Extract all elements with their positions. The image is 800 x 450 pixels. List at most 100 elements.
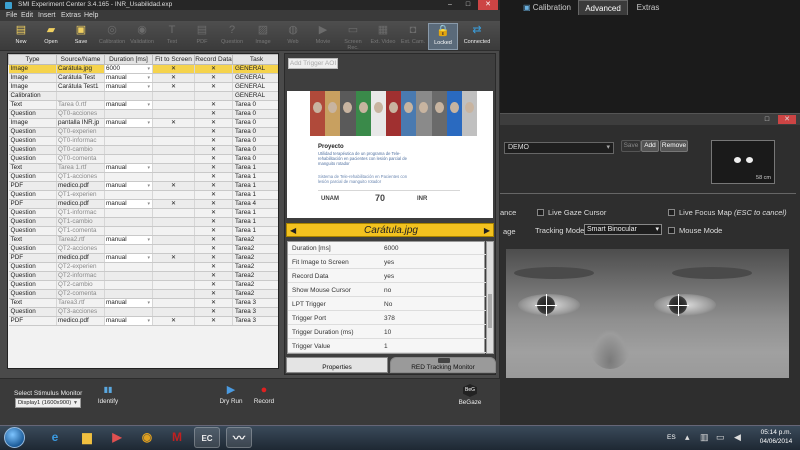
- cell-record[interactable]: ✕: [194, 145, 233, 155]
- cell-fit[interactable]: [152, 307, 195, 317]
- cell-task[interactable]: Tarea 1: [232, 181, 278, 191]
- cell-task[interactable]: Tarea 0: [232, 145, 278, 155]
- cell-fit[interactable]: ✕: [152, 82, 195, 92]
- property-row[interactable]: Trigger Port 378: [288, 312, 486, 325]
- cell-fit[interactable]: ✕: [152, 199, 195, 209]
- cell-record[interactable]: ✕: [194, 181, 233, 191]
- chevron-down-icon[interactable]: ▾: [147, 119, 150, 127]
- property-row[interactable]: Trigger Duration (ms) 10: [288, 326, 486, 339]
- cell-fit[interactable]: ✕: [152, 64, 195, 74]
- property-row[interactable]: Fit Image to Screen yes: [288, 256, 486, 269]
- table-row[interactable]: Question QT1-cambio ✕ Tarea 1: [8, 217, 278, 227]
- cell-source[interactable]: QT2-experien: [56, 262, 105, 272]
- cell-source[interactable]: Tarea3.rtf: [56, 298, 105, 308]
- power-icon[interactable]: ▭: [716, 432, 725, 443]
- cell-task[interactable]: Tarea 3: [232, 307, 278, 317]
- cell-record[interactable]: ✕: [194, 316, 233, 326]
- cell-task[interactable]: Tarea 0: [232, 109, 278, 119]
- table-row[interactable]: PDF medico.pdf manual ▾ ✕ ✕ Tarea 4: [8, 199, 278, 209]
- cell-record[interactable]: ✕: [194, 307, 233, 317]
- cell-source[interactable]: medico.pdf: [56, 316, 105, 326]
- cell-fit[interactable]: [152, 163, 195, 173]
- property-value[interactable]: 1: [384, 340, 388, 353]
- cell-type[interactable]: PDF: [8, 253, 57, 263]
- cell-duration[interactable]: 6000 ▾: [104, 64, 153, 74]
- live-focus-map-checkbox[interactable]: [668, 209, 675, 216]
- cell-duration[interactable]: [104, 127, 153, 137]
- toolbar-ext-cam-button[interactable]: ◘ Ext. Cam.: [398, 23, 428, 50]
- cell-source[interactable]: QT3-acciones: [56, 307, 105, 317]
- cell-fit[interactable]: [152, 217, 195, 227]
- cell-record[interactable]: ✕: [194, 289, 233, 299]
- cell-source[interactable]: QT1-cambio: [56, 217, 105, 227]
- maximize-icon[interactable]: □: [460, 0, 476, 10]
- cell-duration[interactable]: [104, 136, 153, 146]
- cell-type[interactable]: Image: [8, 82, 57, 92]
- cell-source[interactable]: Tarea 0.rtf: [56, 100, 105, 110]
- cell-fit[interactable]: [152, 280, 195, 290]
- table-row[interactable]: Text Tarea 1.rtf manual ▾ ✕ Tarea 1: [8, 163, 278, 173]
- toolbar-screen-rec-button[interactable]: ▭ Screen Rec.: [338, 23, 368, 51]
- property-row[interactable]: Show Mouse Cursor no: [288, 284, 486, 297]
- cell-source[interactable]: [56, 91, 105, 101]
- cell-source[interactable]: QT0-comenta: [56, 154, 105, 164]
- cell-source[interactable]: QT2-acciones: [56, 244, 105, 254]
- profile-select[interactable]: DEMO ▾: [504, 142, 614, 154]
- cell-fit[interactable]: [152, 136, 195, 146]
- chevron-down-icon[interactable]: ▾: [147, 83, 150, 91]
- cell-duration[interactable]: [104, 208, 153, 218]
- chevron-down-icon[interactable]: ▾: [147, 236, 150, 244]
- table-row[interactable]: Question QT0-informac ✕ Tarea 0: [8, 136, 278, 146]
- chrome-icon[interactable]: ◉: [134, 427, 160, 448]
- toolbar-movie-button[interactable]: ▶ Movie: [308, 23, 338, 50]
- tracking-mode-select[interactable]: Smart Binocular ▾: [584, 224, 662, 235]
- cell-task[interactable]: Tarea 0: [232, 100, 278, 110]
- begaze-button[interactable]: BeG BeGaze: [456, 384, 484, 406]
- cell-type[interactable]: Question: [8, 190, 57, 200]
- cell-duration[interactable]: manual ▾: [104, 181, 153, 191]
- table-row[interactable]: PDF medico.pdf manual ▾ ✕ ✕ Tarea 3: [8, 316, 278, 326]
- table-row[interactable]: Question QT1-acciones ✕ Tarea 1: [8, 172, 278, 182]
- cell-record[interactable]: ✕: [194, 118, 233, 128]
- chevron-down-icon[interactable]: ▾: [147, 65, 150, 73]
- cell-fit[interactable]: [152, 235, 195, 245]
- toolbar-locked-button[interactable]: 🔒 Locked: [428, 23, 458, 50]
- cell-source[interactable]: medico.pdf: [56, 253, 105, 263]
- cell-source[interactable]: QT1-informac: [56, 208, 105, 218]
- cell-record[interactable]: ✕: [194, 190, 233, 200]
- input-language[interactable]: ES: [667, 434, 676, 441]
- cell-source[interactable]: QT2-comenta: [56, 289, 105, 299]
- cell-task[interactable]: GENERAL: [232, 82, 278, 92]
- cell-source[interactable]: pantalla INR.jp: [56, 118, 105, 128]
- cell-task[interactable]: Tarea2: [232, 235, 278, 245]
- cell-type[interactable]: Text: [8, 163, 57, 173]
- tab-red-tracking-monitor[interactable]: RED Tracking Monitor: [390, 357, 496, 373]
- table-row[interactable]: Text Tarea2.rtf manual ▾ ✕ Tarea2: [8, 235, 278, 245]
- experiment-center-taskbar-icon[interactable]: EC: [194, 427, 220, 448]
- cell-source[interactable]: QT0-cambio: [56, 145, 105, 155]
- cell-source[interactable]: QT2-cambio: [56, 280, 105, 290]
- column-header-duration[interactable]: Duration [ms]: [104, 54, 153, 65]
- toolbar-image-button[interactable]: ▨ Image: [248, 23, 278, 50]
- cell-fit[interactable]: [152, 190, 195, 200]
- cell-record[interactable]: ✕: [194, 271, 233, 281]
- cell-task[interactable]: GENERAL: [232, 91, 278, 101]
- cell-fit[interactable]: [152, 172, 195, 182]
- cell-record[interactable]: ✕: [194, 199, 233, 209]
- cell-duration[interactable]: manual ▾: [104, 73, 153, 83]
- cell-duration[interactable]: manual ▾: [104, 253, 153, 263]
- table-row[interactable]: Image Carátula Test manual ▾ ✕ ✕ GENERAL: [8, 73, 278, 83]
- table-row[interactable]: Question QT1-comenta ✕ Tarea 1: [8, 226, 278, 236]
- toolbar-validation-button[interactable]: ◉ Validation: [127, 23, 157, 50]
- property-value[interactable]: 10: [384, 326, 391, 339]
- table-row[interactable]: Text Tarea3.rtf manual ▾ ✕ Tarea 3: [8, 298, 278, 308]
- mouse-mode-checkbox[interactable]: [668, 227, 675, 234]
- cell-type[interactable]: Question: [8, 172, 57, 182]
- cell-source[interactable]: Tarea2.rtf: [56, 235, 105, 245]
- cell-task[interactable]: Tarea 0: [232, 154, 278, 164]
- cell-type[interactable]: Image: [8, 73, 57, 83]
- cell-task[interactable]: Tarea 0: [232, 118, 278, 128]
- live-gaze-cursor-option[interactable]: Live Gaze Cursor: [537, 208, 606, 217]
- cell-type[interactable]: Calibration: [8, 91, 57, 101]
- tab-properties[interactable]: Properties: [286, 357, 388, 373]
